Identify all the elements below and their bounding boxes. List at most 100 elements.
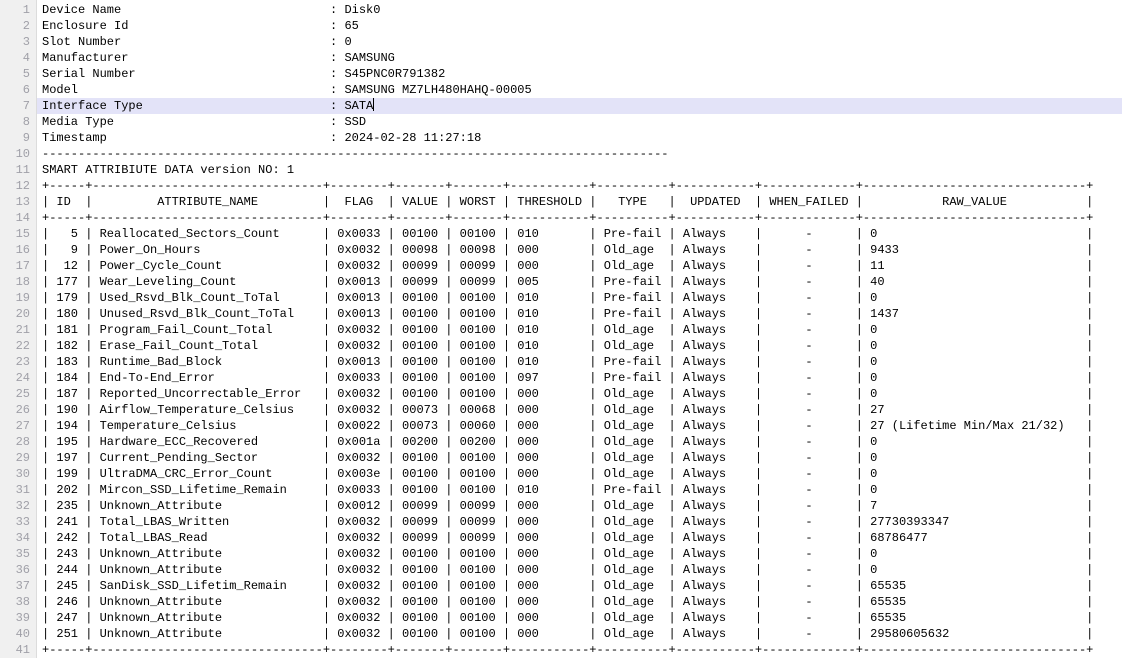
line-number: 38	[0, 594, 37, 610]
editor-line: 25 | 187 | Reported_Uncorrectable_Error …	[0, 386, 1130, 402]
line-number: 20	[0, 306, 37, 322]
line-text[interactable]: | 5 | Reallocated_Sectors_Count | 0x0033…	[37, 226, 1122, 242]
line-text[interactable]: Interface Type : SATA	[37, 98, 1122, 114]
line-text[interactable]: | 195 | Hardware_ECC_Recovered | 0x001a …	[37, 434, 1122, 450]
line-text[interactable]: | 202 | Mircon_SSD_Lifetime_Remain | 0x0…	[37, 482, 1122, 498]
line-number: 2	[0, 18, 37, 34]
line-text[interactable]: Timestamp : 2024-02-28 11:27:18	[37, 130, 1122, 146]
editor-line: 11 SMART ATTRIBIUTE DATA version NO: 1	[0, 162, 1130, 178]
line-text[interactable]: | 246 | Unknown_Attribute | 0x0032 | 001…	[37, 594, 1122, 610]
line-text[interactable]: | 245 | SanDisk_SSD_Lifetim_Remain | 0x0…	[37, 578, 1122, 594]
editor-line: 4 Manufacturer : SAMSUNG	[0, 50, 1130, 66]
editor-line: 31 | 202 | Mircon_SSD_Lifetime_Remain | …	[0, 482, 1130, 498]
editor-line: 28 | 195 | Hardware_ECC_Recovered | 0x00…	[0, 434, 1130, 450]
line-text[interactable]: | 197 | Current_Pending_Sector | 0x0032 …	[37, 450, 1122, 466]
line-number: 25	[0, 386, 37, 402]
editor-line: 2 Enclosure Id : 65	[0, 18, 1130, 34]
line-text[interactable]: +-----+--------------------------------+…	[37, 210, 1122, 226]
editor-line: 30 | 199 | UltraDMA_CRC_Error_Count | 0x…	[0, 466, 1130, 482]
line-text[interactable]: | 199 | UltraDMA_CRC_Error_Count | 0x003…	[37, 466, 1122, 482]
line-text[interactable]: | 184 | End-To-End_Error | 0x0033 | 0010…	[37, 370, 1122, 386]
line-text[interactable]: Media Type : SSD	[37, 114, 1122, 130]
line-number: 3	[0, 34, 37, 50]
line-number: 17	[0, 258, 37, 274]
line-number: 36	[0, 562, 37, 578]
line-text[interactable]: Manufacturer : SAMSUNG	[37, 50, 1122, 66]
line-number: 35	[0, 546, 37, 562]
editor-line: 3 Slot Number : 0	[0, 34, 1130, 50]
line-text[interactable]: | 9 | Power_On_Hours | 0x0032 | 00098 | …	[37, 242, 1122, 258]
line-number: 41	[0, 642, 37, 658]
editor-line: 33 | 241 | Total_LBAS_Written | 0x0032 |…	[0, 514, 1130, 530]
line-number: 1	[0, 2, 37, 18]
editor-line: 29 | 197 | Current_Pending_Sector | 0x00…	[0, 450, 1130, 466]
line-text[interactable]: | 243 | Unknown_Attribute | 0x0032 | 001…	[37, 546, 1122, 562]
editor-line: 35 | 243 | Unknown_Attribute | 0x0032 | …	[0, 546, 1130, 562]
line-text[interactable]: | 244 | Unknown_Attribute | 0x0032 | 001…	[37, 562, 1122, 578]
line-text[interactable]: | 187 | Reported_Uncorrectable_Error | 0…	[37, 386, 1122, 402]
line-number: 23	[0, 354, 37, 370]
line-text[interactable]: | 251 | Unknown_Attribute | 0x0032 | 001…	[37, 626, 1122, 642]
line-number: 8	[0, 114, 37, 130]
line-text[interactable]: | 247 | Unknown_Attribute | 0x0032 | 001…	[37, 610, 1122, 626]
line-number: 14	[0, 210, 37, 226]
text-editor[interactable]: 1 Device Name : Disk0 2 Enclosure Id : 6…	[0, 0, 1130, 658]
editor-line: 40 | 251 | Unknown_Attribute | 0x0032 | …	[0, 626, 1130, 642]
editor-line: 12 +-----+------------------------------…	[0, 178, 1130, 194]
line-number: 32	[0, 498, 37, 514]
editor-line: 15 | 5 | Reallocated_Sectors_Count | 0x0…	[0, 226, 1130, 242]
editor-line: 26 | 190 | Airflow_Temperature_Celsius |…	[0, 402, 1130, 418]
editor-line: 5 Serial Number : S45PNC0R791382	[0, 66, 1130, 82]
line-text[interactable]: +-----+--------------------------------+…	[37, 642, 1122, 658]
line-text[interactable]: | 182 | Erase_Fail_Count_Total | 0x0032 …	[37, 338, 1122, 354]
line-number: 27	[0, 418, 37, 434]
line-number: 22	[0, 338, 37, 354]
editor-line: 36 | 244 | Unknown_Attribute | 0x0032 | …	[0, 562, 1130, 578]
line-text[interactable]: Model : SAMSUNG MZ7LH480HAHQ-00005	[37, 82, 1122, 98]
line-text[interactable]: Device Name : Disk0	[37, 2, 1122, 18]
line-text[interactable]: | 190 | Airflow_Temperature_Celsius | 0x…	[37, 402, 1122, 418]
editor-line: 9 Timestamp : 2024-02-28 11:27:18	[0, 130, 1130, 146]
line-text[interactable]: SMART ATTRIBIUTE DATA version NO: 1	[37, 162, 1122, 178]
line-number: 39	[0, 610, 37, 626]
line-number: 40	[0, 626, 37, 642]
line-text[interactable]: | 194 | Temperature_Celsius | 0x0022 | 0…	[37, 418, 1122, 434]
line-text[interactable]: | 179 | Used_Rsvd_Blk_Count_ToTal | 0x00…	[37, 290, 1122, 306]
line-text[interactable]: Enclosure Id : 65	[37, 18, 1122, 34]
line-number: 19	[0, 290, 37, 306]
line-number: 31	[0, 482, 37, 498]
line-text[interactable]: | 180 | Unused_Rsvd_Blk_Count_ToTal | 0x…	[37, 306, 1122, 322]
line-text[interactable]: ----------------------------------------…	[37, 146, 1122, 162]
editor-line: 38 | 246 | Unknown_Attribute | 0x0032 | …	[0, 594, 1130, 610]
editor-line: 39 | 247 | Unknown_Attribute | 0x0032 | …	[0, 610, 1130, 626]
editor-line: 13 | ID | ATTRIBUTE_NAME | FLAG | VALUE …	[0, 194, 1130, 210]
line-number: 12	[0, 178, 37, 194]
editor-line: 27 | 194 | Temperature_Celsius | 0x0022 …	[0, 418, 1130, 434]
line-number: 13	[0, 194, 37, 210]
line-text[interactable]: Slot Number : 0	[37, 34, 1122, 50]
editor-line: 23 | 183 | Runtime_Bad_Block | 0x0013 | …	[0, 354, 1130, 370]
line-text[interactable]: | 12 | Power_Cycle_Count | 0x0032 | 0009…	[37, 258, 1122, 274]
line-text[interactable]: | 181 | Program_Fail_Count_Total | 0x003…	[37, 322, 1122, 338]
line-number: 21	[0, 322, 37, 338]
line-number: 6	[0, 82, 37, 98]
editor-lines: 1 Device Name : Disk0 2 Enclosure Id : 6…	[0, 2, 1130, 658]
editor-line: 24 | 184 | End-To-End_Error | 0x0033 | 0…	[0, 370, 1130, 386]
line-text[interactable]: | 177 | Wear_Leveling_Count | 0x0013 | 0…	[37, 274, 1122, 290]
editor-line: 8 Media Type : SSD	[0, 114, 1130, 130]
editor-line: 7 Interface Type : SATA	[0, 98, 1130, 114]
line-text[interactable]: | 183 | Runtime_Bad_Block | 0x0013 | 001…	[37, 354, 1122, 370]
line-number: 34	[0, 530, 37, 546]
editor-line: 17 | 12 | Power_Cycle_Count | 0x0032 | 0…	[0, 258, 1130, 274]
editor-line: 21 | 181 | Program_Fail_Count_Total | 0x…	[0, 322, 1130, 338]
line-number: 16	[0, 242, 37, 258]
line-text[interactable]: | 235 | Unknown_Attribute | 0x0012 | 000…	[37, 498, 1122, 514]
editor-line: 34 | 242 | Total_LBAS_Read | 0x0032 | 00…	[0, 530, 1130, 546]
editor-line: 20 | 180 | Unused_Rsvd_Blk_Count_ToTal |…	[0, 306, 1130, 322]
editor-line: 14 +-----+------------------------------…	[0, 210, 1130, 226]
line-text[interactable]: | 242 | Total_LBAS_Read | 0x0032 | 00099…	[37, 530, 1122, 546]
line-text[interactable]: | ID | ATTRIBUTE_NAME | FLAG | VALUE | W…	[37, 194, 1122, 210]
line-text[interactable]: | 241 | Total_LBAS_Written | 0x0032 | 00…	[37, 514, 1122, 530]
line-text[interactable]: Serial Number : S45PNC0R791382	[37, 66, 1122, 82]
line-text[interactable]: +-----+--------------------------------+…	[37, 178, 1122, 194]
